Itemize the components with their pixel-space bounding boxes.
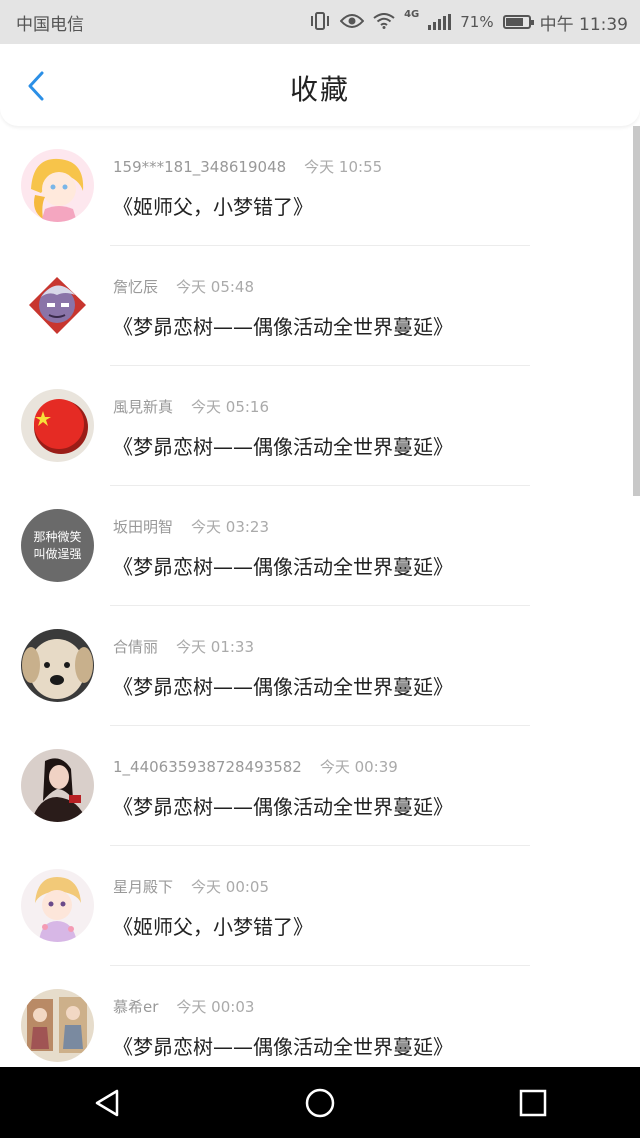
carrier-label: 中国电信 (16, 14, 84, 35)
user-name[interactable]: 詹忆辰 (113, 278, 158, 296)
post-title[interactable]: 《梦昴恋树——偶像活动全世界蔓延》 (113, 311, 453, 340)
avatar[interactable] (21, 749, 94, 822)
post-title[interactable]: 《梦昴恋树——偶像活动全世界蔓延》 (113, 791, 453, 820)
user-name[interactable]: 合倩丽 (113, 638, 158, 656)
timestamp: 今天 00:39 (319, 758, 398, 776)
list-item[interactable]: 詹忆辰 今天 05:48 《梦昴恋树——偶像活动全世界蔓延》 (0, 246, 640, 366)
title-bar: 收藏 (0, 44, 640, 126)
system-nav-bar (0, 1067, 640, 1138)
user-name[interactable]: 慕希er (113, 998, 158, 1016)
status-bar: 中国电信 4G 71% 中午 11:39 (0, 0, 640, 44)
avatar[interactable] (21, 989, 94, 1062)
list-item[interactable]: 合倩丽 今天 01:33 《梦昴恋树——偶像活动全世界蔓延》 (0, 606, 640, 726)
timestamp: 今天 05:48 (176, 278, 255, 296)
network-type: 4G (404, 8, 420, 20)
triangle-back-icon (95, 1089, 118, 1116)
nav-back-button[interactable] (77, 1073, 137, 1133)
post-title[interactable]: 《梦昴恋树——偶像活动全世界蔓延》 (113, 1031, 453, 1060)
list-item[interactable]: 159***181_348619048 今天 10:55 《姬师父，小梦错了》 (0, 126, 640, 246)
list-item[interactable]: 那种微笑叫做逞强 坂田明智 今天 03:23 《梦昴恋树——偶像活动全世界蔓延》 (0, 486, 640, 606)
user-name[interactable]: 風見新真 (113, 398, 173, 416)
user-name[interactable]: 159***181_348619048 (113, 158, 286, 176)
avatar[interactable] (21, 389, 94, 462)
user-name[interactable]: 坂田明智 (113, 518, 173, 536)
signal-icon (428, 14, 452, 30)
post-title[interactable]: 《姬师父，小梦错了》 (113, 911, 313, 940)
page-title: 收藏 (289, 73, 350, 106)
eye-icon (339, 13, 365, 32)
battery-percent: 71% (460, 13, 494, 31)
avatar[interactable]: 那种微笑叫做逞强 (21, 509, 94, 582)
timestamp: 今天 05:16 (191, 398, 270, 416)
square-recents-icon (520, 1089, 547, 1116)
nav-home-button[interactable] (290, 1073, 350, 1133)
avatar[interactable] (21, 869, 94, 942)
vibrate-icon (309, 11, 331, 33)
timestamp: 今天 00:03 (176, 998, 255, 1016)
scrollbar[interactable] (633, 126, 640, 496)
battery-icon (502, 15, 534, 29)
avatar[interactable] (21, 269, 94, 342)
list-item[interactable]: 星月殿下 今天 00:05 《姬师父，小梦错了》 (0, 846, 640, 966)
post-title[interactable]: 《梦昴恋树——偶像活动全世界蔓延》 (113, 551, 453, 580)
user-name[interactable]: 星月殿下 (113, 878, 173, 896)
list-item[interactable]: 風見新真 今天 05:16 《梦昴恋树——偶像活动全世界蔓延》 (0, 366, 640, 486)
timestamp: 今天 03:23 (191, 518, 270, 536)
post-title[interactable]: 《梦昴恋树——偶像活动全世界蔓延》 (113, 671, 453, 700)
wifi-icon (373, 12, 395, 32)
clock: 中午 11:39 (539, 14, 628, 35)
status-icons: 4G 71% 中午 11:39 (309, 8, 628, 35)
nav-recents-button[interactable] (503, 1073, 563, 1133)
user-name[interactable]: 1_440635938728493582 (113, 758, 302, 776)
post-title[interactable]: 《姬师父，小梦错了》 (113, 191, 313, 220)
list-item[interactable]: 1_440635938728493582 今天 00:39 《梦昴恋树——偶像活动… (0, 726, 640, 846)
circle-home-icon (305, 1088, 335, 1117)
avatar-caption: 那种微笑叫做逞强 (33, 529, 82, 561)
timestamp: 今天 01:33 (176, 638, 255, 656)
post-title[interactable]: 《梦昴恋树——偶像活动全世界蔓延》 (113, 431, 453, 460)
avatar[interactable] (21, 629, 94, 702)
avatar[interactable] (21, 149, 94, 222)
timestamp: 今天 10:55 (304, 158, 383, 176)
favorites-list[interactable]: 159***181_348619048 今天 10:55 《姬师父，小梦错了》 詹… (0, 126, 640, 1086)
timestamp: 今天 00:05 (191, 878, 270, 896)
